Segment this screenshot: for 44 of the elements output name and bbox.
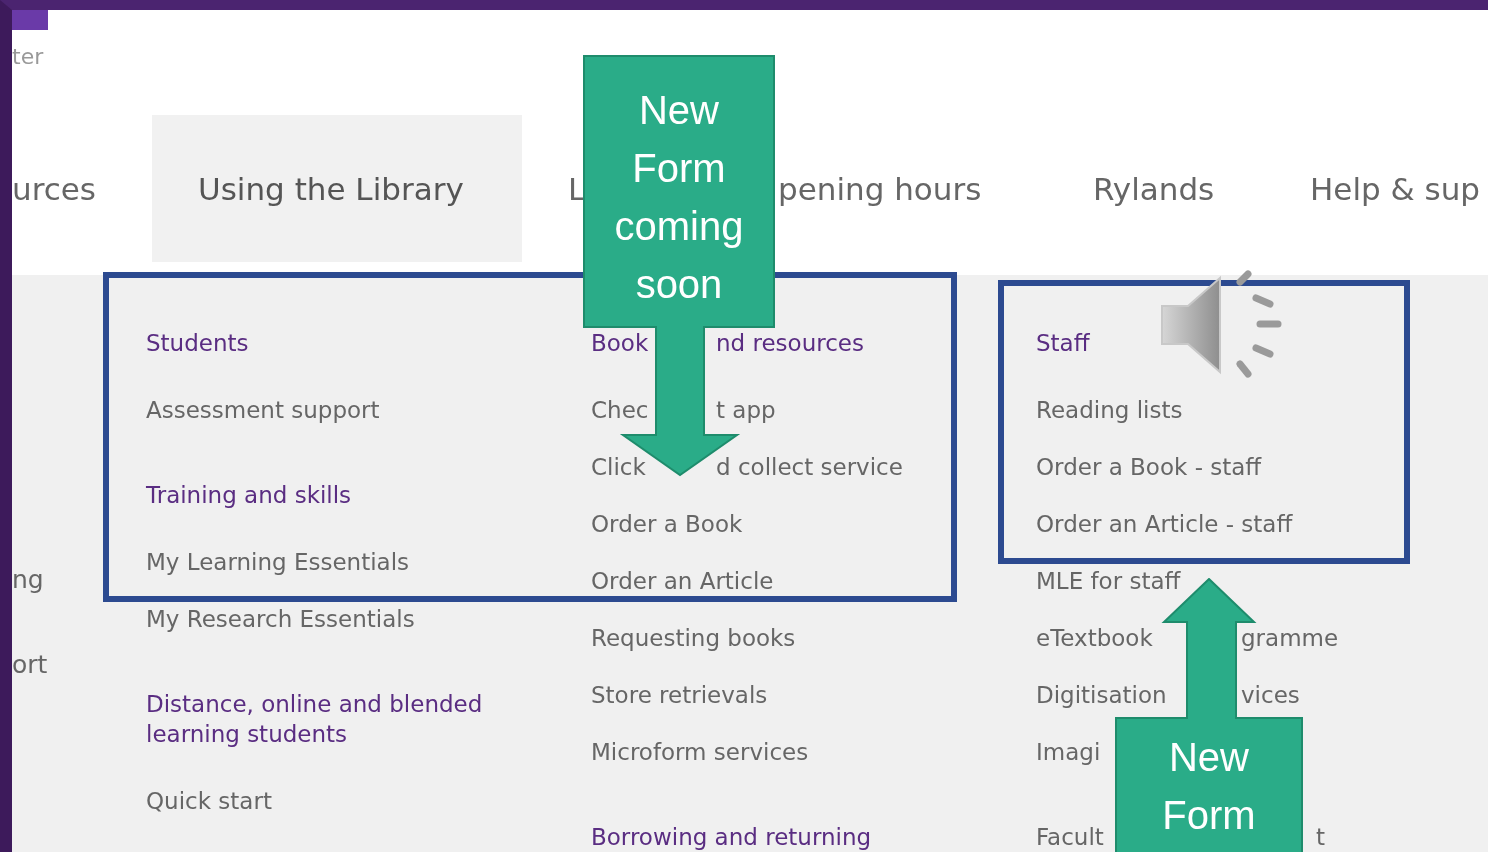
callout-text: New Form bbox=[1161, 734, 1257, 839]
menu-link[interactable]: Click bbox=[591, 452, 646, 482]
menu-link[interactable]: My Learning Essentials bbox=[146, 547, 410, 577]
logo-block bbox=[12, 10, 48, 30]
menu-link[interactable]: Order an Article bbox=[591, 566, 774, 596]
menu-heading[interactable]: Training and skills bbox=[146, 480, 352, 510]
menu-heading[interactable]: nd resources bbox=[716, 328, 864, 358]
menu-link[interactable]: ng bbox=[12, 565, 44, 595]
menu-heading[interactable]: Borrowing and returning bbox=[591, 822, 872, 852]
nav-tab[interactable]: Help & sup bbox=[1310, 170, 1481, 207]
header-text: ter bbox=[12, 44, 44, 69]
menu-link[interactable]: Reading lists bbox=[1036, 395, 1183, 425]
menu-link[interactable]: Assessment support bbox=[146, 395, 380, 425]
menu-link[interactable]: Store retrievals bbox=[591, 680, 768, 710]
nav-tab[interactable]: urces bbox=[12, 170, 96, 207]
menu-heading[interactable]: Students bbox=[146, 328, 249, 358]
menu-link[interactable]: Requesting books bbox=[591, 623, 796, 653]
menu-heading[interactable]: Staff bbox=[1036, 328, 1090, 358]
callout-text: New Form coming soon bbox=[613, 87, 745, 308]
speaker-icon[interactable] bbox=[1160, 268, 1284, 380]
nav-tab[interactable]: Rylands bbox=[1093, 170, 1215, 207]
menu-link[interactable]: Order a Book - staff bbox=[1036, 452, 1262, 482]
menu-link[interactable]: d collect service bbox=[716, 452, 903, 482]
menu-link[interactable]: Chec bbox=[591, 395, 649, 425]
menu-link[interactable]: ort bbox=[12, 650, 48, 680]
menu-heading[interactable]: Book bbox=[591, 328, 649, 358]
menu-link[interactable]: t app bbox=[716, 395, 776, 425]
menu-heading[interactable]: Distance, online and blended learning students bbox=[146, 689, 486, 749]
menu-link[interactable]: t bbox=[1316, 822, 1326, 852]
menu-link[interactable]: Order a Book bbox=[591, 509, 743, 539]
menu-link[interactable]: Facult bbox=[1036, 822, 1104, 852]
menu-link[interactable]: vices bbox=[1241, 680, 1300, 710]
nav-tab[interactable]: pening hours bbox=[778, 170, 982, 207]
menu-link[interactable]: Digitisation bbox=[1036, 680, 1167, 710]
menu-link[interactable]: gramme bbox=[1241, 623, 1339, 653]
menu-link[interactable]: My Research Essentials bbox=[146, 604, 415, 634]
menu-link[interactable]: Imagi bbox=[1036, 737, 1101, 767]
menu-link[interactable]: Quick start bbox=[146, 786, 272, 816]
menu-link[interactable]: MLE for staff bbox=[1036, 566, 1181, 596]
menu-link[interactable]: Microform services bbox=[591, 737, 809, 767]
menu-link[interactable]: eTextbook bbox=[1036, 623, 1153, 653]
nav-tab[interactable]: L bbox=[568, 170, 586, 207]
menu-link[interactable]: Order an Article - staff bbox=[1036, 509, 1293, 539]
nav-tab[interactable]: Using the Library bbox=[198, 170, 464, 207]
